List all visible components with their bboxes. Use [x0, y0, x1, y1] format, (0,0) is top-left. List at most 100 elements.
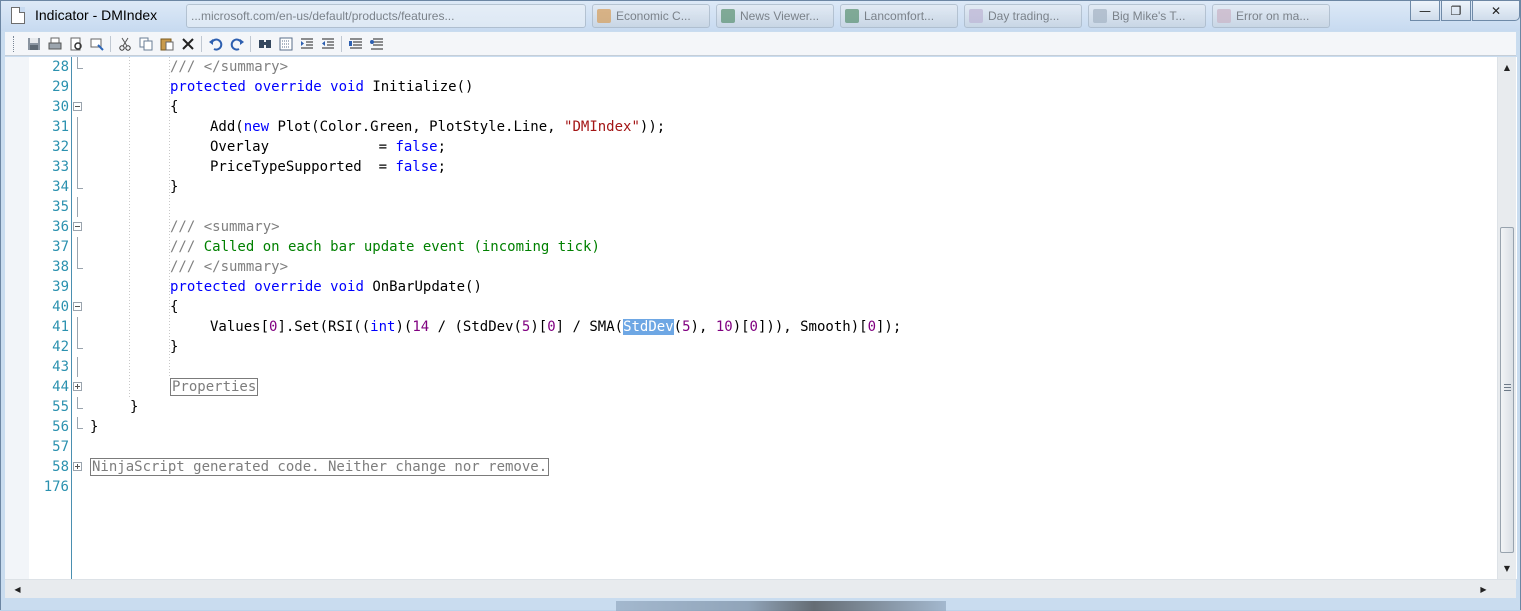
code-token: )[ — [732, 319, 750, 335]
fold-end-marker — [77, 57, 83, 69]
find-next-icon[interactable] — [275, 34, 296, 54]
horizontal-scrollbar[interactable]: ◀ ▶ — [5, 579, 1516, 598]
collapse-region-icon[interactable] — [73, 222, 82, 231]
editor-window: Indicator - DMIndex ...microsoft.com/en-… — [0, 0, 1521, 611]
code-line[interactable]: 41 Values[0].Set(RSI((int)(14 / (StdDev(5… — [29, 317, 1499, 337]
fold-end-marker — [77, 397, 83, 409]
code-line[interactable]: 56} — [29, 417, 1499, 437]
code-token: / (StdDev( — [429, 319, 522, 335]
code-token: <summary> — [203, 219, 280, 235]
code-lines: 28 /// </summary> 29 protected override voi… — [29, 57, 1499, 497]
background-taskbar-strip: ...microsoft.com/en-us/default/products/… — [186, 4, 1330, 30]
fold-guide — [77, 237, 78, 257]
code-line[interactable]: 32 Overlay = false; — [29, 137, 1499, 157]
code-line[interactable]: 42} — [29, 337, 1499, 357]
code-line[interactable]: 57 — [29, 437, 1499, 457]
export-icon[interactable] — [86, 34, 107, 54]
code-text: Overlay = false; — [210, 137, 446, 157]
copy-icon[interactable] — [135, 34, 156, 54]
code-text: } — [130, 397, 138, 417]
code-line[interactable]: 31 Add(new Plot(Color.Green, PlotStyle.Li… — [29, 117, 1499, 137]
expand-region-icon[interactable] — [73, 382, 82, 391]
collapsed-region[interactable]: NinjaScript generated code. Neither chan… — [90, 458, 550, 476]
code-line[interactable]: 43 — [29, 357, 1499, 377]
save-icon[interactable] — [23, 34, 44, 54]
code-line[interactable]: 30 { — [29, 97, 1499, 117]
code-line[interactable]: 35 — [29, 197, 1499, 217]
code-text: Add(new Plot(Color.Green, PlotStyle.Line… — [210, 117, 665, 137]
scroll-up-button[interactable]: ▲ — [1498, 59, 1516, 76]
scroll-right-button[interactable]: ▶ — [1475, 580, 1492, 598]
uncomment-icon[interactable] — [366, 34, 387, 54]
code-line[interactable]: 44 Properties — [29, 377, 1499, 397]
code-line[interactable]: 36 /// <summary> — [29, 217, 1499, 237]
collapse-region-icon[interactable] — [73, 102, 82, 111]
code-text: } — [170, 177, 178, 197]
background-task: News Viewer... — [716, 4, 834, 28]
line-number: 55 — [52, 399, 69, 415]
code-token: )[ — [530, 319, 548, 335]
maximize-button[interactable]: ❐ — [1441, 1, 1471, 21]
line-number: 30 — [52, 99, 69, 115]
line-number: 41 — [52, 319, 69, 335]
code-line[interactable]: 33 PriceTypeSupported = false; — [29, 157, 1499, 177]
background-task: Error on ma... — [1212, 4, 1330, 28]
line-number: 36 — [52, 219, 69, 235]
code-line[interactable]: 39 protected override void OnBarUpdate() — [29, 277, 1499, 297]
task-icon — [1217, 9, 1231, 23]
cut-icon[interactable] — [114, 34, 135, 54]
task-icon — [969, 9, 983, 23]
find-icon[interactable] — [254, 34, 275, 54]
code-token: override — [254, 79, 322, 95]
undo-icon[interactable] — [205, 34, 226, 54]
paste-icon[interactable] — [156, 34, 177, 54]
code-line[interactable]: 58 NinjaScript generated code. Neither ch… — [29, 457, 1499, 477]
close-button[interactable]: ✕ — [1472, 1, 1520, 21]
code-line[interactable]: 55} — [29, 397, 1499, 417]
code-line[interactable]: 34} — [29, 177, 1499, 197]
code-line[interactable]: 38 /// </summary> — [29, 257, 1499, 277]
code-line[interactable]: 37 /// Called on each bar update event (i… — [29, 237, 1499, 257]
code-token: 10 — [715, 319, 733, 335]
vertical-scroll-thumb[interactable] — [1500, 227, 1514, 553]
line-number: 31 — [52, 119, 69, 135]
outdent-icon[interactable] — [317, 34, 338, 54]
print-preview-icon[interactable] — [65, 34, 86, 54]
expand-region-icon[interactable] — [73, 462, 82, 471]
line-number: 176 — [43, 479, 69, 495]
background-task: Economic C... — [592, 4, 710, 28]
comment-icon[interactable] — [345, 34, 366, 54]
toolbar-separator — [341, 35, 342, 52]
code-text: protected override void OnBarUpdate() — [170, 277, 482, 297]
indent-icon[interactable] — [296, 34, 317, 54]
fold-guide — [77, 317, 78, 337]
fold-end-marker — [77, 417, 83, 429]
code-line[interactable]: 176 — [29, 477, 1499, 497]
code-text: } — [170, 337, 178, 357]
code-line[interactable]: 28 /// </summary> — [29, 57, 1499, 77]
minimize-button[interactable]: — — [1410, 1, 1440, 21]
collapsed-region[interactable]: Properties — [170, 378, 259, 396]
collapse-region-icon[interactable] — [73, 302, 82, 311]
toolbar-grip[interactable] — [13, 35, 17, 52]
code-token: 14 — [412, 319, 430, 335]
code-line[interactable]: 40 { — [29, 297, 1499, 317]
code-token: ( — [673, 319, 683, 335]
code-text: PriceTypeSupported = false; — [210, 157, 446, 177]
scroll-down-button[interactable]: ▼ — [1498, 560, 1516, 577]
code-token: OnBarUpdate() — [363, 279, 482, 295]
code-token: false — [395, 139, 438, 155]
code-line[interactable]: 29 protected override void Initialize() — [29, 77, 1499, 97]
print-icon[interactable] — [44, 34, 65, 54]
delete-icon[interactable] — [177, 34, 198, 54]
selected-text: StdDev — [623, 319, 674, 335]
code-token: "DMIndex" — [564, 119, 640, 135]
title-bar[interactable]: Indicator - DMIndex ...microsoft.com/en-… — [1, 1, 1520, 31]
editor-toolbar — [5, 32, 1516, 56]
task-icon — [1093, 9, 1107, 23]
redo-icon[interactable] — [226, 34, 247, 54]
code-editor[interactable]: 28 /// </summary> 29 protected override voi… — [5, 57, 1517, 579]
scroll-left-button[interactable]: ◀ — [9, 580, 26, 598]
line-number: 35 — [52, 199, 69, 215]
vertical-scrollbar[interactable]: ▲ ▼ — [1497, 57, 1516, 579]
